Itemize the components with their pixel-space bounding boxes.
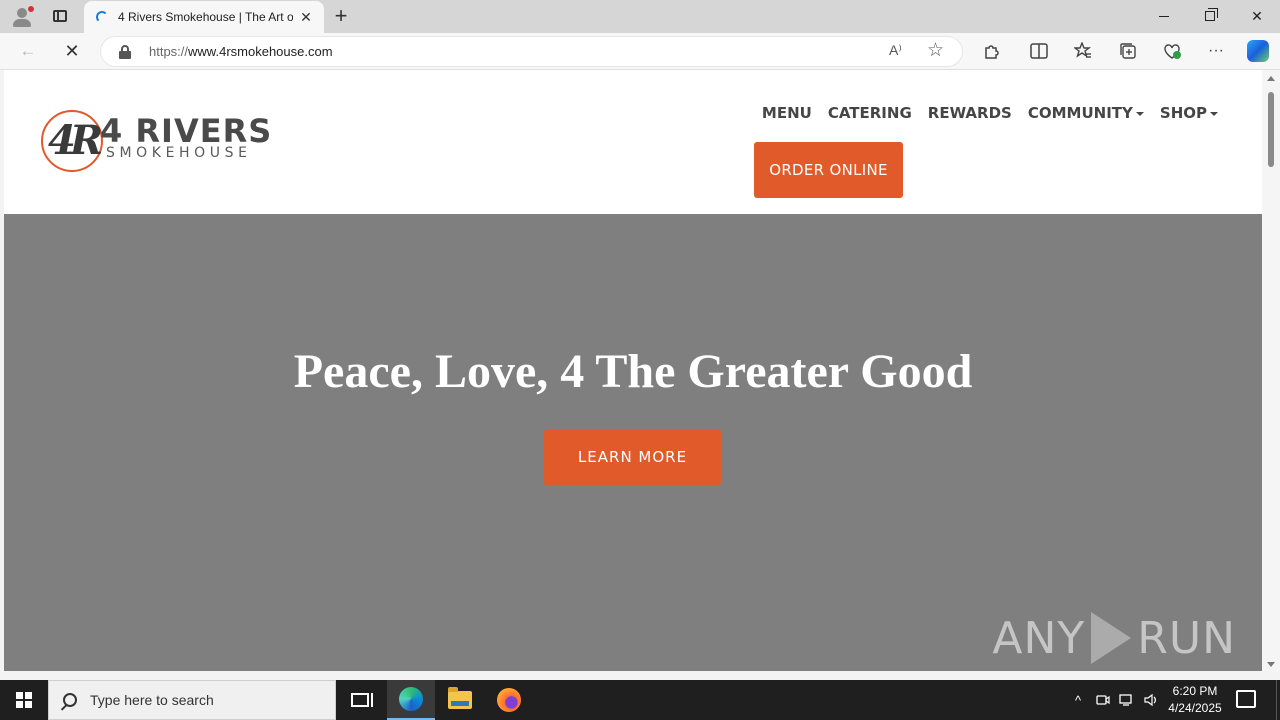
nav-menu-link[interactable]: MENU bbox=[762, 104, 812, 122]
browser-essentials-icon[interactable] bbox=[1159, 38, 1185, 64]
taskbar-firefox-app[interactable] bbox=[485, 680, 533, 720]
network-icon[interactable] bbox=[1116, 680, 1138, 720]
window-bottom-edge bbox=[0, 671, 1280, 680]
edge-browser-icon bbox=[399, 687, 423, 711]
minimize-window-button[interactable] bbox=[1141, 0, 1187, 32]
browser-toolbar: ← ✕ https://www.4rsmokehouse.com A⁾ ☆ ··… bbox=[0, 33, 1280, 70]
notification-center-icon[interactable] bbox=[1236, 690, 1256, 708]
collections-icon[interactable] bbox=[1115, 38, 1141, 64]
scroll-down-arrow-icon[interactable] bbox=[1267, 662, 1275, 667]
read-aloud-icon[interactable]: A⁾ bbox=[889, 42, 902, 59]
new-tab-button[interactable]: + bbox=[330, 4, 352, 28]
favorites-icon[interactable] bbox=[1070, 38, 1096, 64]
caret-down-icon bbox=[1210, 111, 1218, 116]
url-protocol: https:// bbox=[149, 44, 189, 59]
taskbar-clock[interactable]: 6:20 PM 4/24/2025 bbox=[1160, 683, 1230, 717]
back-arrow-icon[interactable]: ← bbox=[14, 39, 42, 63]
clock-time: 6:20 PM bbox=[1172, 684, 1218, 698]
show-desktop-button[interactable] bbox=[1276, 680, 1280, 720]
logo-initials: 4R bbox=[48, 117, 103, 164]
watermark-left-text: ANY bbox=[992, 612, 1086, 664]
scrollbar-thumb[interactable] bbox=[1268, 92, 1274, 167]
scroll-up-arrow-icon[interactable] bbox=[1267, 76, 1275, 81]
nav-catering-link[interactable]: CATERING bbox=[828, 104, 912, 122]
stop-loading-icon[interactable]: ✕ bbox=[58, 39, 86, 63]
taskbar-search-box[interactable]: Type here to search bbox=[48, 680, 336, 720]
nav-shop-dropdown[interactable]: SHOP bbox=[1160, 104, 1218, 122]
restore-window-button[interactable] bbox=[1187, 0, 1233, 32]
tab-actions-icon[interactable] bbox=[48, 5, 72, 27]
learn-more-button[interactable]: LEARN MORE bbox=[544, 429, 721, 485]
order-online-button[interactable]: ORDER ONLINE bbox=[754, 142, 903, 198]
hero-banner: Peace, Love, 4 The Greater Good LEARN MO… bbox=[4, 214, 1262, 671]
split-screen-icon[interactable] bbox=[1026, 38, 1052, 64]
nav-shop-label: SHOP bbox=[1159, 104, 1207, 122]
start-button[interactable] bbox=[0, 680, 48, 720]
clock-date: 4/24/2025 bbox=[1168, 701, 1222, 715]
address-bar[interactable]: https://www.4rsmokehouse.com A⁾ ☆ bbox=[100, 36, 963, 67]
main-navigation: MENU CATERING REWARDS COMMUNITY SHOP bbox=[762, 104, 1218, 122]
windows-taskbar: Type here to search ^ 6:20 PM 4/24/2025 bbox=[0, 680, 1280, 720]
active-tab[interactable]: 4 Rivers Smokehouse | The Art of ✕ bbox=[84, 1, 324, 33]
taskbar-edge-app[interactable] bbox=[387, 680, 435, 720]
add-favorite-star-icon[interactable]: ☆ bbox=[927, 39, 944, 62]
nav-community-dropdown[interactable]: COMMUNITY bbox=[1028, 104, 1144, 122]
anyrun-watermark: ANY RUN bbox=[992, 606, 1236, 670]
windows-logo-icon bbox=[16, 692, 32, 708]
profile-avatar-icon[interactable] bbox=[8, 4, 36, 28]
browser-tab-strip: 4 Rivers Smokehouse | The Art of ✕ + ✕ bbox=[0, 0, 1280, 33]
site-header: 4R 4 RIVERS SMOKEHOUSE MENU CATERING REW… bbox=[4, 70, 1262, 214]
tab-title: 4 Rivers Smokehouse | The Art of bbox=[118, 10, 293, 24]
extensions-puzzle-icon[interactable] bbox=[978, 38, 1004, 64]
meet-now-icon[interactable] bbox=[1093, 680, 1113, 720]
logo-subtext: SMOKEHOUSE bbox=[106, 145, 252, 161]
page-scrollbar[interactable] bbox=[1262, 70, 1280, 671]
play-triangle-icon bbox=[1091, 612, 1132, 664]
task-view-icon bbox=[351, 693, 373, 707]
volume-speaker-icon[interactable] bbox=[1140, 680, 1162, 720]
file-explorer-folder-icon bbox=[448, 687, 472, 709]
hero-title: Peace, Love, 4 The Greater Good bbox=[293, 345, 973, 398]
task-view-button[interactable] bbox=[336, 680, 384, 720]
url-host: www.4rsmokehouse.com bbox=[188, 44, 333, 59]
loading-spinner-icon bbox=[96, 11, 108, 23]
show-hidden-icons-chevron-icon[interactable]: ^ bbox=[1068, 680, 1088, 720]
watermark-right-text: RUN bbox=[1137, 612, 1236, 664]
search-icon bbox=[63, 693, 77, 707]
caret-down-icon bbox=[1135, 111, 1144, 116]
web-page-viewport: 4R 4 RIVERS SMOKEHOUSE MENU CATERING REW… bbox=[4, 70, 1262, 671]
close-window-button[interactable]: ✕ bbox=[1234, 0, 1280, 32]
url-text[interactable]: https://www.4rsmokehouse.com bbox=[149, 44, 333, 59]
site-logo[interactable]: 4R 4 RIVERS SMOKEHOUSE bbox=[40, 108, 290, 178]
copilot-icon[interactable] bbox=[1245, 38, 1271, 64]
nav-community-label: COMMUNITY bbox=[1027, 104, 1133, 122]
close-tab-icon[interactable]: ✕ bbox=[296, 7, 316, 27]
firefox-icon bbox=[497, 688, 521, 712]
taskbar-file-explorer-app[interactable] bbox=[436, 680, 484, 720]
search-placeholder: Type here to search bbox=[90, 692, 214, 708]
nav-rewards-link[interactable]: REWARDS bbox=[928, 104, 1012, 122]
lock-icon[interactable] bbox=[119, 45, 131, 59]
settings-more-icon[interactable]: ··· bbox=[1203, 38, 1229, 64]
